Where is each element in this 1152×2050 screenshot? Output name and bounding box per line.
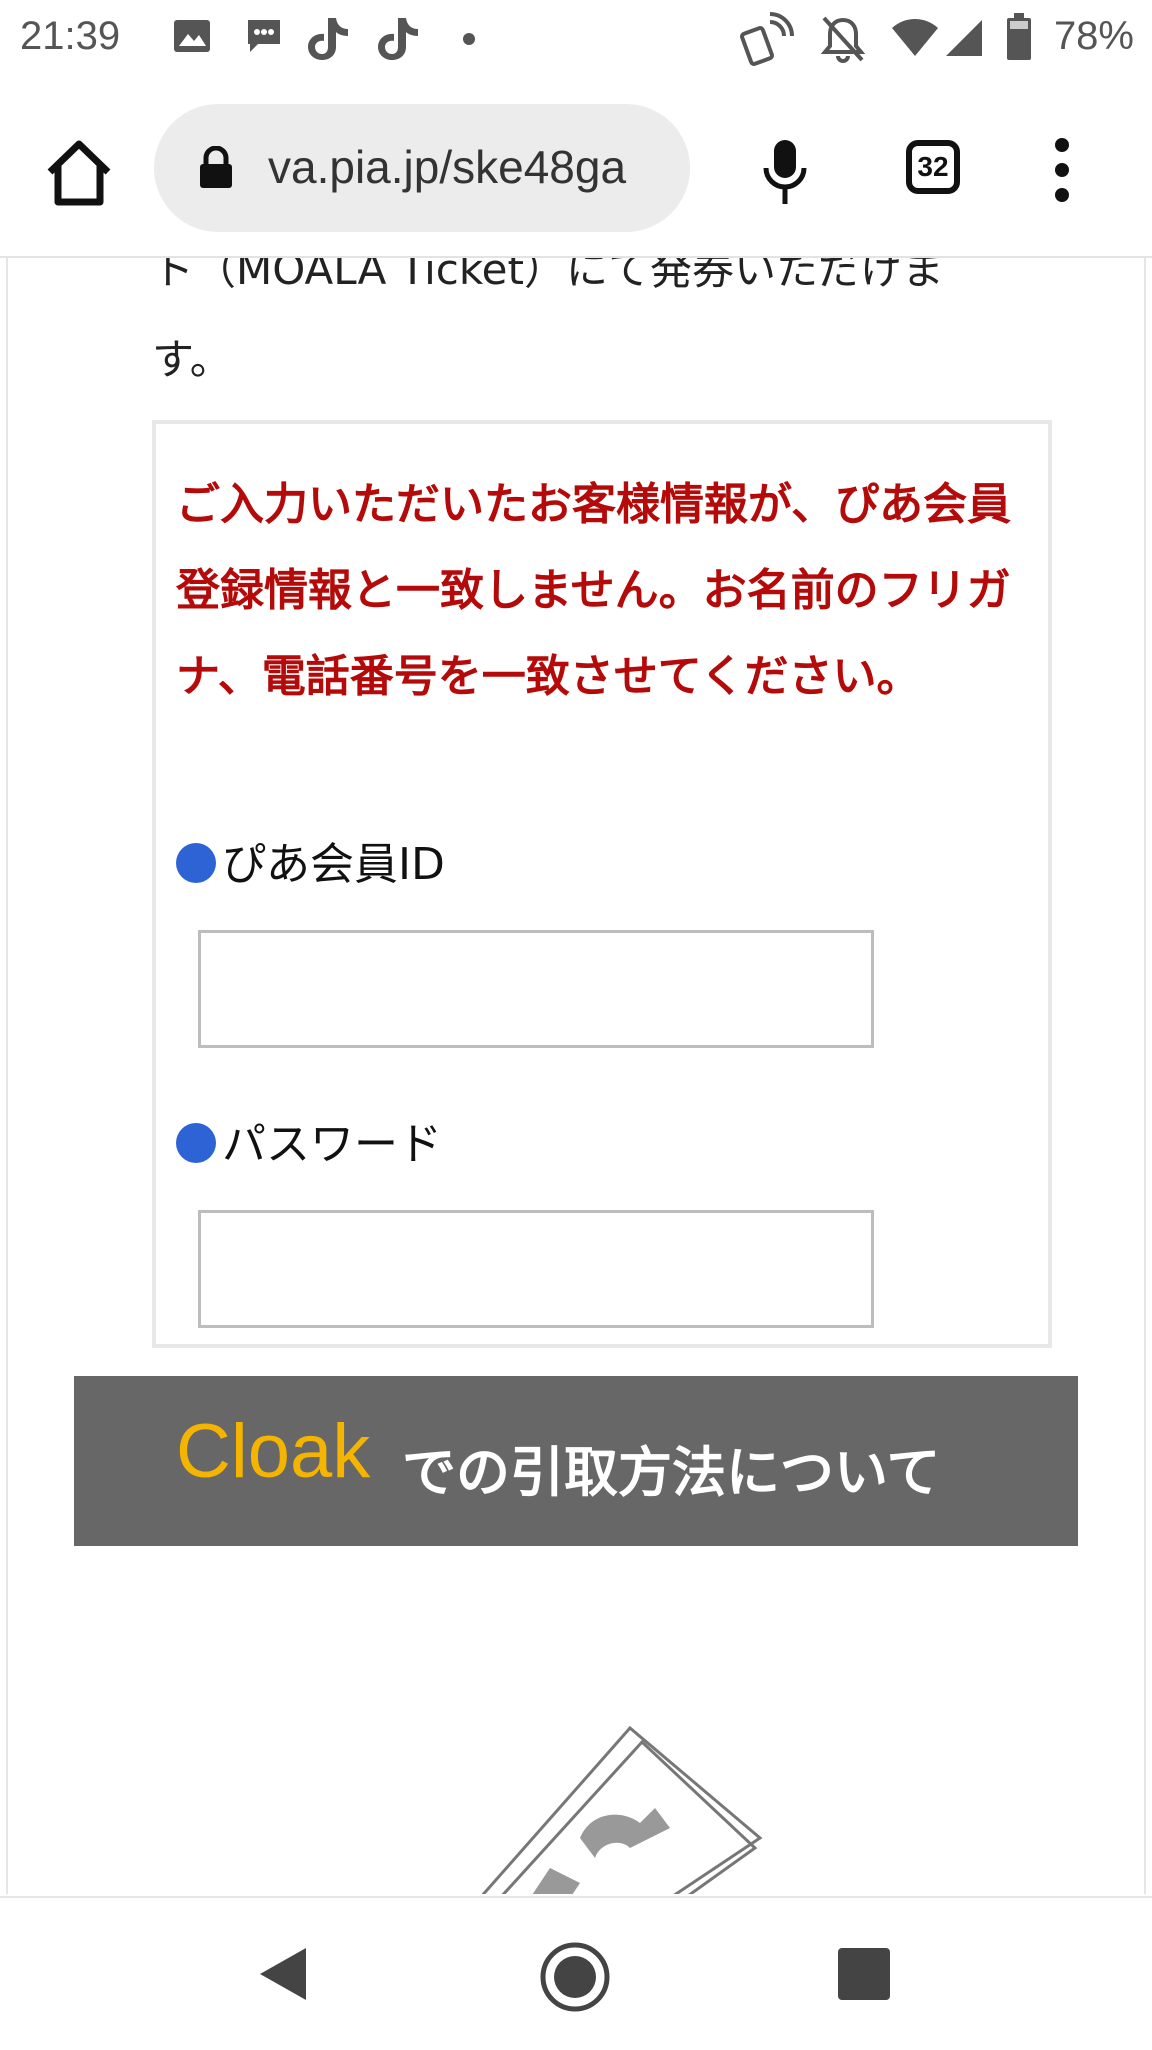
image-icon — [174, 20, 210, 52]
bullet-icon — [176, 843, 216, 883]
battery-icon — [1007, 13, 1031, 60]
status-time: 21:39 — [20, 14, 121, 58]
signal-icon — [946, 20, 982, 56]
lock-icon — [200, 146, 232, 188]
address-bar[interactable]: va.pia.jp/ske48ga — [154, 104, 690, 232]
error-message: ご入力いただいたお客様情報が、ぴあ会員登録情報と一致しません。お名前のフリガナ、… — [176, 479, 1012, 702]
password-input[interactable] — [198, 1210, 874, 1328]
ticket-logo-icon — [481, 1725, 763, 1894]
wifi-icon — [892, 19, 938, 56]
tiktok-icon — [308, 18, 348, 60]
password-label-text: パスワード — [222, 1119, 442, 1170]
back-icon[interactable] — [258, 1946, 310, 2002]
microphone-icon[interactable] — [760, 138, 810, 206]
pia-id-label: ぴあ会員ID — [176, 828, 445, 892]
dot-icon — [463, 33, 475, 45]
cloak-brand-text: Cloak — [176, 1409, 371, 1494]
system-navigation-bar — [0, 1896, 1152, 2050]
page-content: ト（MOALA Ticket）にて発券いただけま す。 ご入力いただいたお客様情… — [0, 258, 1152, 1894]
url-fade — [630, 104, 690, 232]
url-text: va.pia.jp/ske48ga — [268, 141, 627, 193]
nfc-icon — [740, 12, 794, 66]
home-nav-icon[interactable] — [540, 1942, 610, 2012]
pia-id-label-text: ぴあ会員ID — [222, 839, 445, 890]
recents-icon[interactable] — [838, 1948, 890, 2000]
pia-id-input[interactable] — [198, 930, 874, 1048]
intro-text-line: す。 — [152, 335, 232, 384]
status-bar: 21:39 78% — [0, 0, 1152, 84]
login-panel: ご入力いただいたお客様情報が、ぴあ会員登録情報と一致しません。お名前のフリガナ、… — [152, 420, 1052, 1348]
bell-off-icon — [820, 16, 866, 63]
cloak-info-banner[interactable]: Cloak での引取方法について — [74, 1376, 1078, 1546]
intro-text-line: ト（MOALA Ticket）にて発券いただけま — [152, 258, 944, 294]
battery-percentage: 78% — [1053, 14, 1134, 58]
more-menu-icon[interactable] — [1050, 138, 1074, 202]
password-label: パスワード — [176, 1108, 442, 1172]
browser-toolbar: va.pia.jp/ske48ga 32 — [0, 84, 1152, 258]
bullet-icon — [176, 1123, 216, 1163]
home-icon[interactable] — [42, 136, 116, 210]
tiktok-icon — [378, 18, 418, 60]
page-border-right — [1144, 258, 1146, 1894]
tab-switcher-button[interactable]: 32 — [906, 140, 960, 194]
banner-text: での引取方法について — [402, 1441, 941, 1504]
message-icon — [248, 20, 280, 52]
page-border-left — [6, 258, 8, 1894]
